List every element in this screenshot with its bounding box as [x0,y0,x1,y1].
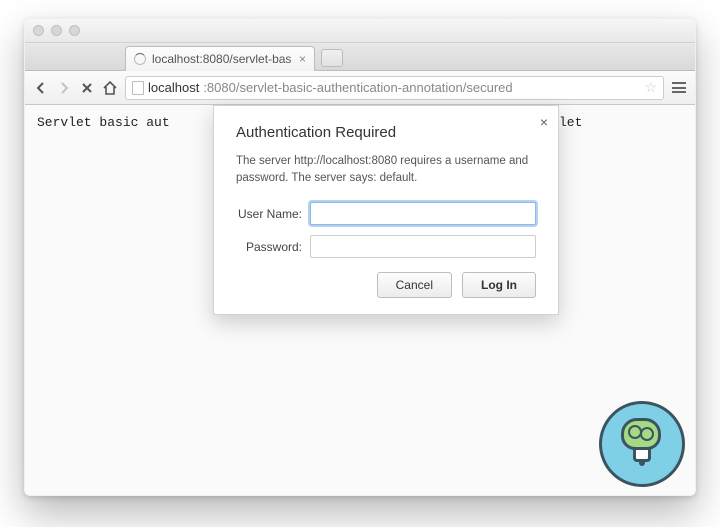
username-input[interactable] [310,202,536,225]
dialog-close-icon[interactable]: × [540,114,548,130]
home-button[interactable] [102,80,118,96]
hamburger-icon [672,82,686,93]
browser-window: localhost:8080/servlet-bas × localhost:8… [24,18,696,496]
window-minimize-dot[interactable] [51,25,62,36]
bookmark-star-icon[interactable]: ☆ [644,79,657,96]
back-button[interactable] [33,80,49,96]
window-titlebar [25,19,695,43]
page-text-left: Servlet basic aut [37,115,170,130]
new-tab-button[interactable] [321,49,343,67]
forward-button [56,80,72,96]
browser-toolbar: localhost :8080/servlet-basic-authenticat… [25,71,695,105]
url-host: localhost [148,80,199,95]
window-zoom-dot[interactable] [69,25,80,36]
tab-strip: localhost:8080/servlet-bas × [25,43,695,71]
stop-button[interactable] [79,80,95,96]
watermark-logo [599,401,685,487]
dialog-message: The server http://localhost:8080 require… [236,153,536,186]
window-close-dot[interactable] [33,25,44,36]
password-input[interactable] [310,235,536,258]
login-button[interactable]: Log In [462,272,536,298]
traffic-lights [33,25,80,36]
url-path: :8080/servlet-basic-authentication-annot… [203,80,512,95]
page-text-right: let [559,115,582,130]
auth-dialog: × Authentication Required The server htt… [213,105,559,315]
lightbulb-brain-icon [621,418,663,470]
address-bar[interactable]: localhost :8080/servlet-basic-authenticat… [125,76,664,100]
dialog-title: Authentication Required [236,124,536,141]
password-label: Password: [236,240,310,254]
cancel-button[interactable]: Cancel [377,272,452,298]
loading-spinner-icon [134,53,146,65]
tab-close-icon[interactable]: × [299,52,306,66]
page-icon [132,81,144,95]
menu-button[interactable] [671,80,687,96]
browser-tab[interactable]: localhost:8080/servlet-bas × [125,46,315,71]
username-label: User Name: [236,207,310,221]
tab-title: localhost:8080/servlet-bas [152,52,291,66]
